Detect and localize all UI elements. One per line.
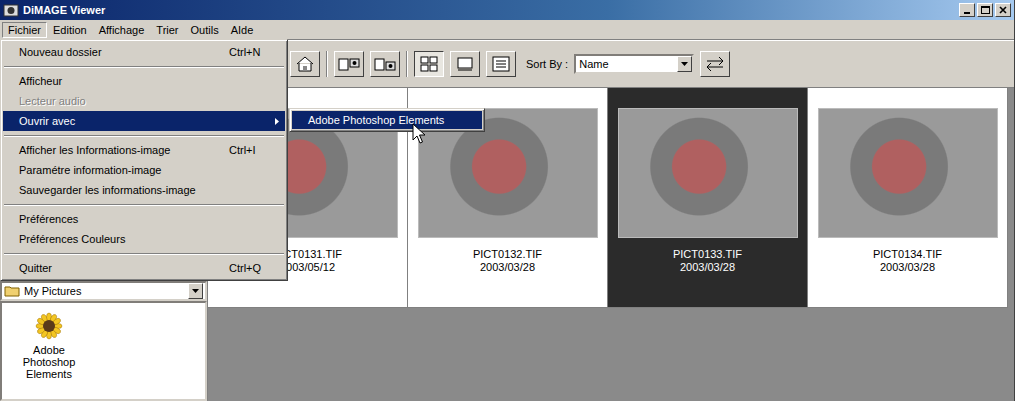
toolbar-separator bbox=[326, 51, 328, 77]
menu-separator bbox=[3, 249, 285, 258]
menu-item[interactable]: Nouveau dossier Ctrl+N bbox=[3, 42, 285, 62]
menu-bar-item[interactable]: Affichage bbox=[93, 22, 151, 38]
thumbnail-date: 2003/03/28 bbox=[473, 261, 542, 274]
menu-item-label: Afficher les Informations-image bbox=[19, 144, 217, 156]
camera-button[interactable] bbox=[370, 51, 400, 77]
menu-item-label: Ouvrir avec bbox=[19, 115, 275, 127]
menu-item-label: Sauvegarder les informations-image bbox=[19, 184, 279, 196]
menu-bar-item[interactable]: Fichier bbox=[2, 22, 47, 38]
submenu-item[interactable]: Adobe Photoshop Elements bbox=[292, 111, 482, 129]
title-bar[interactable]: DiMAGE Viewer bbox=[0, 0, 1014, 20]
thumbnail[interactable]: PICT0133.TIF2003/03/28 bbox=[608, 88, 808, 308]
menu-shortcut: Ctrl+N bbox=[229, 46, 279, 58]
menu-item-label: Lecteur audio bbox=[19, 95, 279, 107]
transfer-icon bbox=[338, 56, 360, 72]
menu-separator bbox=[3, 200, 285, 209]
home-button[interactable] bbox=[290, 51, 320, 77]
sort-select[interactable]: Name bbox=[574, 54, 694, 74]
open-with-submenu: Adobe Photoshop Elements bbox=[289, 108, 485, 132]
app-icon bbox=[3, 3, 19, 17]
file-menu: Nouveau dossier Ctrl+N Afficheur Lecteur au… bbox=[0, 39, 288, 281]
menu-item[interactable]: Afficher les Informations-image Ctrl+I bbox=[3, 140, 285, 160]
thumbnail-name: PICT0133.TIF bbox=[673, 248, 742, 261]
menu-item[interactable]: Paramétre information-image bbox=[3, 160, 285, 180]
menu-item-label: Préférences bbox=[19, 213, 279, 225]
menu-bar-item[interactable]: Trier bbox=[150, 22, 184, 38]
thumbnail[interactable]: PICT0134.TIF2003/03/28 bbox=[808, 88, 1008, 308]
menu-item[interactable]: Afficheur bbox=[3, 71, 285, 91]
folder-value: My Pictures bbox=[24, 285, 184, 297]
thumbnail-date: 2003/03/28 bbox=[873, 261, 942, 274]
view-button[interactable] bbox=[414, 51, 444, 77]
thumbnail-name: PICT0132.TIF bbox=[473, 248, 542, 261]
photoshop-elements-icon bbox=[34, 311, 64, 341]
menu-bar-item[interactable]: AIde bbox=[225, 22, 260, 38]
folder-arrow[interactable] bbox=[188, 283, 203, 299]
view-button[interactable] bbox=[486, 51, 516, 77]
folder-select[interactable]: My Pictures bbox=[0, 281, 207, 301]
launcher-item[interactable]: Adobe Photoshop Elements bbox=[6, 311, 92, 391]
folder-icon bbox=[4, 285, 20, 297]
transfer-icon bbox=[374, 56, 396, 72]
thumbnail-caption: PICT0132.TIF2003/03/28 bbox=[473, 248, 542, 274]
menu-item[interactable]: Lecteur audio bbox=[3, 91, 285, 111]
app-window: DiMAGE Viewer FichierEditionAffichageTrie… bbox=[0, 0, 1015, 401]
thumbnail-photo bbox=[618, 108, 798, 238]
menu-item[interactable]: Ouvrir avecAdobe Photoshop Elements bbox=[3, 111, 285, 131]
view-icon bbox=[456, 56, 474, 72]
window-title: DiMAGE Viewer bbox=[23, 4, 955, 16]
menu-item-label: Nouveau dossier bbox=[19, 46, 217, 58]
sort-order-icon bbox=[705, 56, 725, 72]
menu-shortcut: Ctrl+I bbox=[229, 144, 279, 156]
thumbnail-date: 2003/03/28 bbox=[673, 261, 742, 274]
minimize-icon bbox=[963, 6, 971, 14]
menu-item[interactable]: Quitter Ctrl+Q bbox=[3, 258, 285, 278]
launcher-panel: Adobe Photoshop Elements bbox=[0, 301, 207, 401]
view-icon bbox=[492, 56, 510, 72]
sort-order-button[interactable] bbox=[700, 51, 730, 77]
mouse-cursor-icon bbox=[412, 123, 426, 145]
close-icon bbox=[999, 6, 1007, 14]
toolbar-separator bbox=[406, 51, 408, 77]
menu-bar-item[interactable]: Outils bbox=[185, 22, 225, 38]
sort-label: Sort By : bbox=[526, 58, 568, 70]
launcher-label: Adobe Photoshop Elements bbox=[6, 344, 92, 380]
menu-separator bbox=[3, 131, 285, 140]
transfer-button[interactable] bbox=[334, 51, 364, 77]
maximize-button[interactable] bbox=[977, 3, 993, 17]
menu-item[interactable]: Préférences Couleurs bbox=[3, 229, 285, 249]
sort-arrow[interactable] bbox=[677, 56, 692, 72]
menu-item-label: Afficheur bbox=[19, 75, 279, 87]
menu-bar: FichierEditionAffichageTrierOutilsAIde bbox=[0, 20, 1014, 40]
thumbnail-grid: PICT0131.TIF2003/05/12PICT0132.TIF2003/0… bbox=[208, 88, 1014, 401]
menu-item[interactable]: Préférences bbox=[3, 209, 285, 229]
menu-item[interactable]: Sauvegarder les informations-image bbox=[3, 180, 285, 200]
thumbnail-name: PICT0134.TIF bbox=[873, 248, 942, 261]
thumbnail-caption: PICT0134.TIF2003/03/28 bbox=[873, 248, 942, 274]
menu-shortcut: Ctrl+Q bbox=[229, 262, 279, 274]
menu-bar-item[interactable]: Edition bbox=[47, 22, 93, 38]
window-buttons bbox=[959, 3, 1011, 17]
view-button[interactable] bbox=[450, 51, 480, 77]
submenu-arrow-icon bbox=[275, 118, 279, 125]
maximize-icon bbox=[981, 6, 990, 14]
dropdown-arrow-icon bbox=[192, 289, 199, 293]
menu-item-label: Quitter bbox=[19, 262, 217, 274]
dropdown-arrow-icon bbox=[681, 62, 688, 66]
close-button[interactable] bbox=[995, 3, 1011, 17]
menu-item-label: Paramétre information-image bbox=[19, 164, 279, 176]
home-icon bbox=[295, 55, 315, 73]
view-icon bbox=[420, 56, 438, 72]
sort-value: Name bbox=[579, 58, 677, 70]
thumbnail-caption: PICT0133.TIF2003/03/28 bbox=[673, 248, 742, 274]
menu-item-label: Préférences Couleurs bbox=[19, 233, 279, 245]
thumbnail-photo bbox=[818, 108, 998, 238]
menu-separator bbox=[3, 62, 285, 71]
minimize-button[interactable] bbox=[959, 3, 975, 17]
